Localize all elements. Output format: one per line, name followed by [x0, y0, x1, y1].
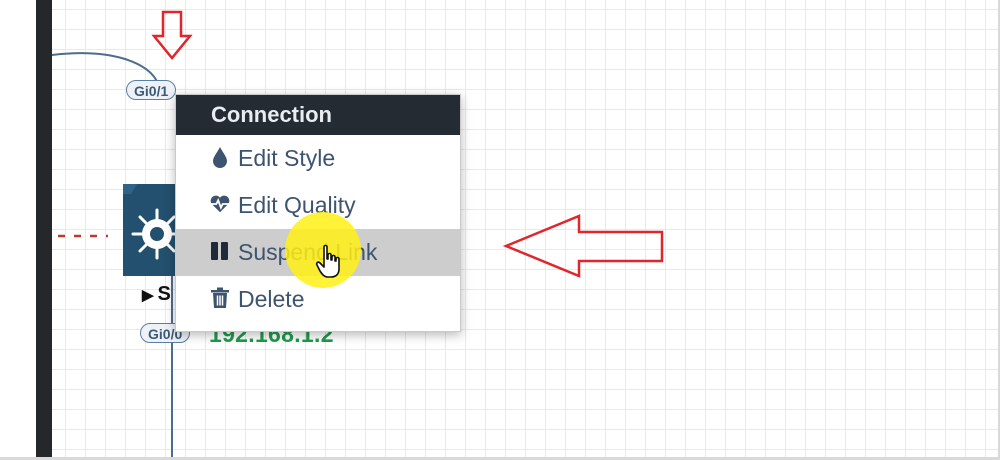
- switch-symbol-icon: [123, 184, 183, 276]
- annotation-arrow-left: [502, 214, 664, 278]
- menu-item-edit-quality[interactable]: Edit Quality: [176, 182, 460, 229]
- device-name-text: S: [157, 283, 171, 305]
- menu-item-label: Delete: [238, 286, 305, 312]
- pause-icon: [211, 242, 228, 260]
- connection-context-menu: Connection Edit Style Edit Quality Suspe…: [175, 94, 461, 332]
- hand-cursor-icon: [315, 244, 340, 278]
- menu-item-delete[interactable]: Delete: [176, 276, 460, 323]
- expand-triangle-icon[interactable]: ▶: [142, 287, 154, 304]
- trash-icon: [211, 287, 229, 308]
- device-name-label[interactable]: ▶ S: [142, 283, 171, 306]
- switch-device-icon[interactable]: [123, 184, 183, 276]
- port-label-gi0-1[interactable]: Gi0/1: [126, 80, 177, 100]
- annotation-arrow-down: [151, 10, 193, 60]
- droplet-icon: [213, 147, 227, 168]
- heartbeat-icon: [210, 195, 230, 213]
- context-menu-title: Connection: [176, 95, 460, 135]
- menu-item-label: Edit Quality: [238, 192, 356, 218]
- menu-item-edit-style[interactable]: Edit Style: [176, 135, 460, 182]
- menu-item-label: Suspend Link: [238, 239, 378, 265]
- menu-item-label: Edit Style: [238, 145, 336, 171]
